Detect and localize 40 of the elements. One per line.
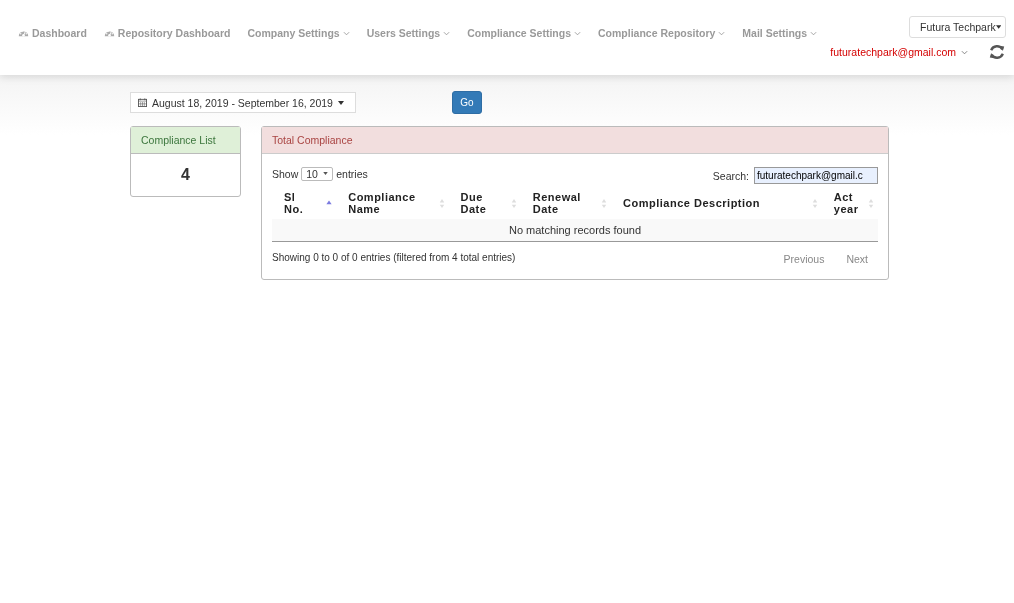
nav-link[interactable]: Compliance Settings	[467, 27, 582, 39]
table-info: Showing 0 to 0 of 0 entries (filtered from 4 total entries)	[272, 251, 516, 263]
chevron-icon	[443, 30, 451, 36]
search-field[interactable]: futuratechpark@gmail.c	[754, 167, 878, 184]
refresh-icon[interactable]	[988, 43, 1006, 61]
company-select[interactable]: Futura Techpark	[909, 16, 1006, 38]
column-header[interactable]: Act year	[821, 188, 878, 219]
nav-link[interactable]: Dashboard	[18, 27, 87, 39]
column-header[interactable]: Compliance Description	[611, 188, 822, 219]
date-range-picker[interactable]: August 18, 2019 - September 16, 2019	[130, 92, 356, 113]
caret-icon	[995, 25, 1001, 29]
column-header[interactable]: Sl No.	[272, 188, 337, 219]
gauge-icon	[103, 28, 115, 38]
column-header[interactable]: Compliance Name	[336, 188, 449, 219]
chevron-icon	[961, 49, 968, 55]
empty-message: No matching records found	[272, 219, 878, 242]
nav-link[interactable]: Company Settings	[247, 27, 350, 39]
nav-link[interactable]: Mail Settings	[742, 27, 818, 39]
nav-link[interactable]: Repository Dashboard	[103, 27, 231, 39]
column-header[interactable]: Due Date	[448, 188, 521, 219]
card-title: Compliance List	[131, 127, 240, 154]
gauge-icon	[18, 28, 29, 38]
nav-link[interactable]: Users Settings	[366, 27, 451, 39]
search-label: Search:	[712, 169, 749, 182]
chevron-icon	[342, 30, 350, 36]
chevron-icon	[574, 30, 582, 36]
page-size-select[interactable]: 10	[301, 166, 334, 181]
show-label: Show	[272, 167, 299, 180]
caret-icon	[323, 172, 329, 175]
column-header[interactable]: Renewal Date	[520, 188, 612, 219]
calendar-icon	[138, 98, 147, 107]
go-button[interactable]: Go	[452, 91, 482, 114]
user-menu[interactable]: futuratechpark@gmail.com	[830, 46, 968, 58]
entries-label: entries	[336, 167, 368, 180]
panel-title: Total Compliance	[262, 127, 888, 154]
nav-link[interactable]: Compliance Repository	[598, 27, 726, 39]
count-value: 4	[180, 165, 191, 185]
caret-icon	[337, 100, 344, 105]
chevron-icon	[810, 30, 818, 36]
chevron-icon	[718, 30, 726, 36]
